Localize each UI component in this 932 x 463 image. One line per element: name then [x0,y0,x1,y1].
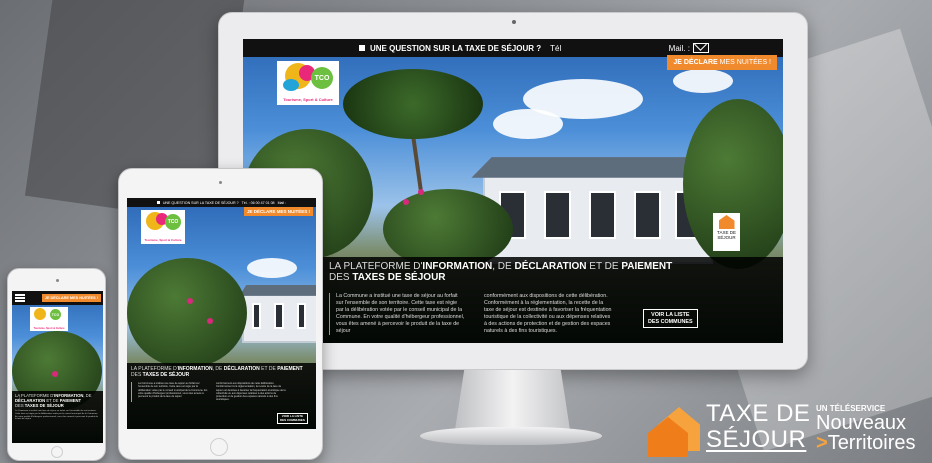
question-text: UNE QUESTION SUR LA TAXE DE SÉJOUR ? [162,200,239,205]
tablet-device: UNE QUESTION SUR LA TAXE DE SÉJOUR ? Tél… [118,168,323,460]
monitor-base [420,427,602,445]
house-logo-icon [648,407,700,457]
declare-rest: MES NUITÉES ! [719,59,771,66]
declare-bold: JE DÉCLARE [673,59,718,66]
cloud [493,109,563,139]
tel-label: Tél [550,43,562,53]
home-button[interactable] [210,438,228,456]
brand-line1: TAXE DE [706,400,811,427]
description-col2: conformément aux dispositions de cette d… [484,293,612,334]
tco-logo[interactable]: TCO Tourisme, Sport & Culture [277,61,339,105]
taxe-sejour-badge: TAXE DE SÉJOUR [713,213,740,251]
declare-button[interactable]: JE DÉCLARE MES NUITÉES ! [41,294,101,302]
monitor-stand [455,370,570,430]
tco-logo[interactable]: TCO Tourisme, Sport & Culture [141,210,185,244]
flower [418,189,424,195]
list-button-line1: VOIR LA LISTE [651,312,690,318]
brand-line2: SÉJOUR [706,426,807,453]
company-name1: Nouveaux [816,412,907,434]
flower [403,199,409,205]
tco-logo[interactable]: TCO Tourisme, Sport & Culture [30,307,68,331]
house-image [471,157,725,264]
tco-badge: TCO [165,214,181,230]
camera-dot [219,181,222,184]
description-col2: conformément aux dispositions de cette d… [216,382,286,402]
description: La Commune a institué une taxe de séjour… [329,293,777,335]
house-image [239,284,316,343]
headline: LA PLATEFORME D'INFORMATION, DE DÉCLARAT… [131,366,303,378]
house-icon [718,215,735,229]
top-info-bar: UNE QUESTION SUR LA TAXE DE SÉJOUR ? Tél… [127,198,316,207]
list-button-line2: DES COMMUNES [648,318,693,325]
info-panel: LA PLATEFORME D'INFORMATION, DE DÉCLARAT… [12,391,103,443]
headline: LA PLATEFORME D'INFORMATION, DE DÉCLARAT… [329,261,673,283]
square-icon [156,201,160,204]
mail-label[interactable]: Mail : [278,201,287,205]
info-panel: LA PLATEFORME D'INFORMATION, DE DÉCLARAT… [127,363,316,429]
brand-logo: TAXE DE SÉJOUR UN TÉLÉSERVICE Nouveaux >… [648,399,932,461]
tablet-screen: UNE QUESTION SUR LA TAXE DE SÉJOUR ? Tél… [127,198,316,429]
declare-button[interactable]: JE DÉCLARE MES NUITÉES ! [243,207,313,216]
description-col1: La Commune a institué une taxe de séjour… [138,382,208,399]
info-panel: LA PLATEFORME D'INFORMATION, DE DÉCLARAT… [323,257,783,343]
cloud [673,69,733,93]
cloud [247,258,297,278]
description-col1: La Commune a institué une taxe de séjour… [336,293,465,334]
desktop-screen: UNE QUESTION SUR LA TAXE DE SÉJOUR ? Tél… [243,39,783,343]
palm-leaves [343,69,483,139]
flower [52,371,58,377]
home-button[interactable] [51,446,63,458]
description-col1: La Commune a institué une taxe de séjour… [15,410,98,421]
company-name2: Territoires [827,432,916,454]
square-icon [359,45,365,51]
list-button-line2: DES COMMUNES [280,417,305,422]
brand-service: UN TÉLÉSERVICE Nouveaux >Territoires [816,404,915,453]
tco-badge: TCO [311,67,333,89]
mail-label: Mail. : [668,43,690,53]
tco-badge: TCO [50,309,61,320]
menu-icon[interactable] [15,294,25,302]
brand-title: TAXE DE SÉJOUR [706,401,810,453]
phone-screen: JE DÉCLARE MES NUITÉES ! TCO Tourisme, S… [12,291,103,443]
phone-device: JE DÉCLARE MES NUITÉES ! TCO Tourisme, S… [7,268,106,461]
headline: LA PLATEFORME D'INFORMATION, DE DÉCLARAT… [15,393,92,408]
chevron-right-icon: > [816,432,828,454]
tel-text: Tél. : 06 00 47 01 08 [241,200,275,205]
envelope-icon [693,43,709,53]
question-text: UNE QUESTION SUR LA TAXE DE SÉJOUR ? [370,43,542,53]
camera-dot [56,279,59,282]
flower [207,318,213,324]
logo-tagline: Tourisme, Sport & Culture [283,97,333,102]
mail-link[interactable]: Mail. : [669,43,709,53]
list-communes-button[interactable]: VOIR LA LISTE DES COMMUNES [277,413,308,425]
declare-button[interactable]: JE DÉCLARE MES NUITÉES ! [667,55,777,70]
logo-tagline: Tourisme, Sport & Culture [33,327,65,330]
badge-line2: SÉJOUR [717,235,736,240]
description: La Commune a institué une taxe de séjour… [131,382,312,402]
list-communes-button[interactable]: VOIR LA LISTE DES COMMUNES [643,309,698,328]
bush [127,258,247,368]
flower [187,298,193,304]
camera-dot [512,20,516,24]
logo-tagline: Tourisme, Sport & Culture [144,238,182,242]
